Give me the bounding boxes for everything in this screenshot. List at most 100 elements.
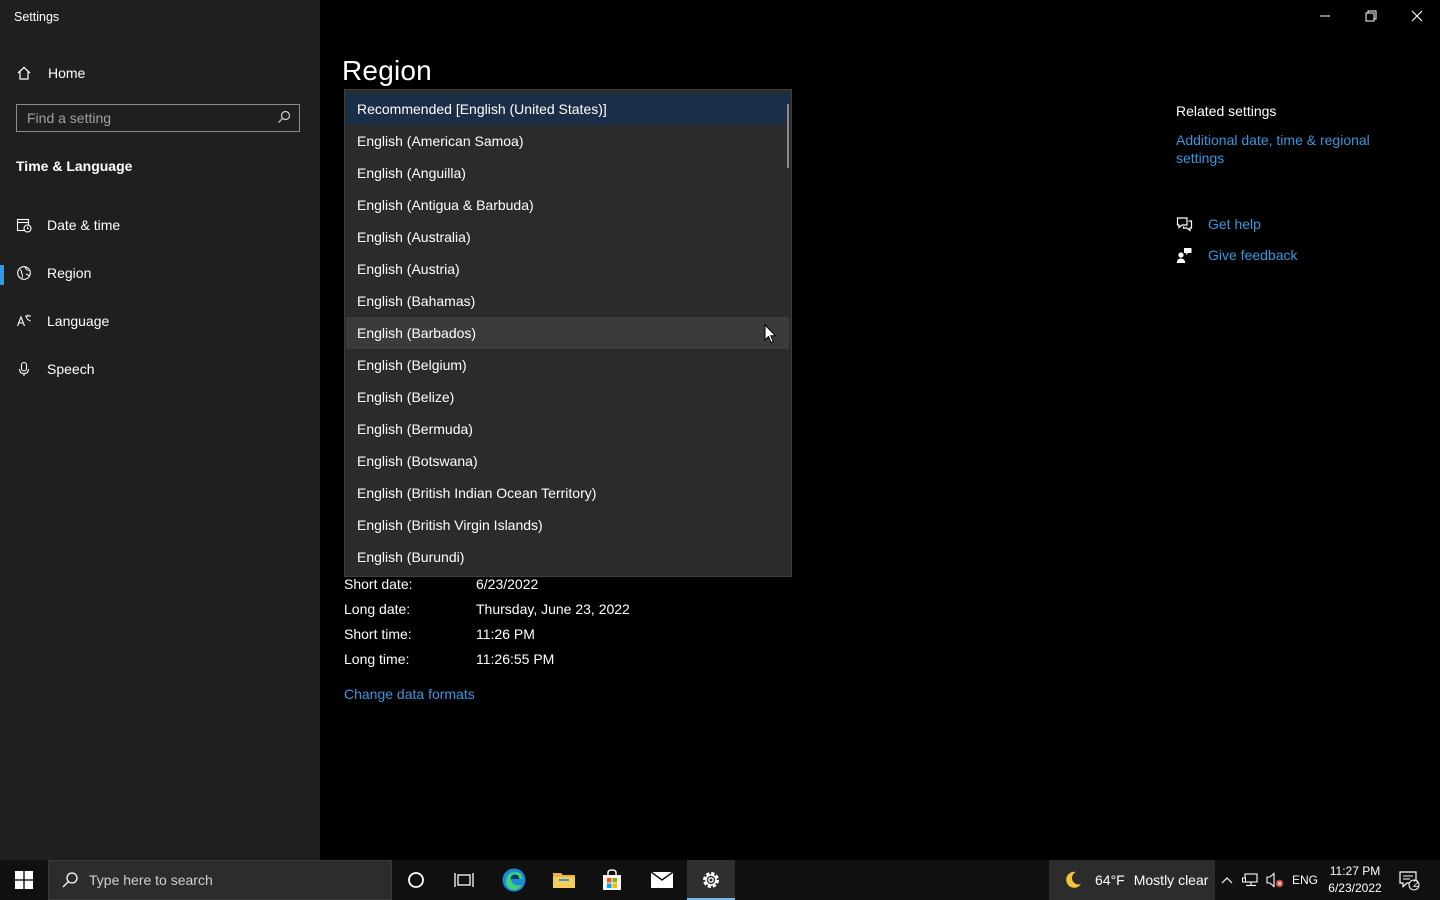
dropdown-option-recommended[interactable]: Recommended [English (United States)] bbox=[346, 93, 789, 125]
sidebar-item-label: Date & time bbox=[47, 217, 121, 233]
dropdown-option[interactable]: English (Botswana) bbox=[346, 445, 789, 477]
short-date-label: Short date: bbox=[344, 576, 413, 592]
short-time-label: Short time: bbox=[344, 626, 412, 642]
sidebar-item-region[interactable]: Region bbox=[0, 253, 320, 293]
folder-icon bbox=[553, 873, 575, 888]
volume-muted-icon bbox=[1266, 872, 1284, 888]
sidebar: Settings Home Find a setting Time & Lang… bbox=[0, 0, 320, 860]
sidebar-item-speech[interactable]: Speech bbox=[0, 349, 320, 389]
calendar-clock-icon bbox=[16, 216, 34, 234]
task-view-icon bbox=[454, 873, 474, 887]
network-button[interactable] bbox=[1240, 860, 1262, 900]
long-date-label: Long date: bbox=[344, 601, 411, 617]
long-time-label: Long time: bbox=[344, 651, 410, 667]
close-icon bbox=[1411, 10, 1423, 22]
dropdown-option[interactable]: English (British Indian Ocean Territory) bbox=[346, 477, 789, 509]
section-title: Time & Language bbox=[16, 158, 133, 174]
taskbar: Type here to search 64°F Mostly clear EN… bbox=[0, 860, 1440, 900]
give-feedback-label: Give feedback bbox=[1208, 247, 1298, 263]
show-hidden-icons-button[interactable] bbox=[1218, 860, 1236, 900]
additional-settings-link[interactable]: Additional date, time & regional setting… bbox=[1176, 131, 1396, 167]
language-icon bbox=[16, 312, 34, 330]
region-dropdown-list[interactable]: Recommended [English (United States)] En… bbox=[344, 89, 792, 577]
related-settings-title: Related settings bbox=[1176, 103, 1277, 119]
mail-button[interactable] bbox=[638, 860, 686, 900]
taskbar-search-placeholder: Type here to search bbox=[89, 872, 213, 888]
dropdown-option[interactable]: English (Anguilla) bbox=[346, 157, 789, 189]
task-view-button[interactable] bbox=[440, 860, 488, 900]
globe-icon bbox=[16, 264, 34, 282]
sidebar-item-date-time[interactable]: Date & time bbox=[0, 205, 320, 245]
home-label: Home bbox=[48, 65, 86, 81]
change-data-formats-link[interactable]: Change data formats bbox=[344, 686, 475, 702]
dropdown-option-hovered[interactable]: English (Barbados) bbox=[346, 317, 789, 349]
mouse-cursor-icon bbox=[764, 323, 778, 347]
dropdown-option[interactable]: English (Austria) bbox=[346, 253, 789, 285]
help-chat-icon bbox=[1176, 215, 1194, 233]
microphone-icon bbox=[16, 360, 34, 378]
dropdown-option[interactable]: English (Burundi) bbox=[346, 541, 789, 573]
search-icon bbox=[61, 871, 79, 889]
search-placeholder: Find a setting bbox=[27, 110, 112, 126]
cortana-button[interactable] bbox=[392, 860, 440, 900]
dropdown-option[interactable]: English (Belize) bbox=[346, 381, 789, 413]
notification-count-badge: 2 bbox=[1413, 879, 1419, 890]
action-center-button[interactable]: 2 bbox=[1392, 860, 1426, 900]
restore-icon bbox=[1365, 10, 1377, 22]
short-date-value: 6/23/2022 bbox=[476, 576, 539, 592]
dropdown-option[interactable]: English (Bermuda) bbox=[346, 413, 789, 445]
long-time-value: 11:26:55 PM bbox=[476, 651, 555, 667]
edge-browser-button[interactable] bbox=[490, 860, 538, 900]
sidebar-item-label: Speech bbox=[47, 361, 95, 377]
dropdown-option[interactable]: English (Belgium) bbox=[346, 349, 789, 381]
network-icon bbox=[1242, 873, 1258, 887]
sidebar-item-label: Language bbox=[47, 313, 110, 329]
mail-icon bbox=[650, 871, 674, 888]
input-language-indicator[interactable]: ENG bbox=[1290, 860, 1320, 900]
dropdown-option[interactable]: English (American Samoa) bbox=[346, 125, 789, 157]
chevron-up-icon bbox=[1221, 877, 1233, 884]
short-time-value: 11:26 PM bbox=[476, 626, 535, 642]
microsoft-store-button[interactable] bbox=[588, 860, 636, 900]
home-icon bbox=[16, 64, 34, 82]
windows-logo-icon bbox=[15, 871, 33, 889]
close-button[interactable] bbox=[1394, 0, 1440, 32]
dropdown-option[interactable]: English (Bahamas) bbox=[346, 285, 789, 317]
home-nav-item[interactable]: Home bbox=[16, 62, 85, 84]
settings-app-button[interactable] bbox=[687, 860, 735, 900]
page-title: Region bbox=[342, 55, 432, 86]
dropdown-option[interactable]: English (Antigua & Barbuda) bbox=[346, 189, 789, 221]
sidebar-item-label: Region bbox=[47, 265, 92, 281]
long-date-value: Thursday, June 23, 2022 bbox=[476, 601, 630, 617]
start-button[interactable] bbox=[0, 860, 48, 900]
minimize-icon bbox=[1320, 15, 1330, 17]
edge-icon bbox=[502, 868, 526, 892]
find-setting-input[interactable]: Find a setting bbox=[16, 104, 300, 132]
gear-icon bbox=[703, 872, 719, 888]
give-feedback-link[interactable]: Give feedback bbox=[1176, 244, 1298, 266]
clock-time: 11:27 PM bbox=[1329, 864, 1381, 878]
taskbar-search-box[interactable]: Type here to search bbox=[48, 860, 392, 900]
app-title: Settings bbox=[14, 10, 60, 24]
dropdown-option[interactable]: English (Australia) bbox=[346, 221, 789, 253]
store-icon bbox=[603, 869, 621, 890]
get-help-link[interactable]: Get help bbox=[1176, 213, 1261, 235]
file-explorer-button[interactable] bbox=[540, 860, 588, 900]
dropdown-scrollbar[interactable] bbox=[787, 104, 789, 168]
taskbar-clock[interactable]: 11:27 PM 6/23/2022 bbox=[1324, 863, 1386, 897]
moon-icon bbox=[1063, 870, 1083, 890]
clock-date: 6/23/2022 bbox=[1328, 881, 1382, 895]
dropdown-option[interactable]: English (British Virgin Islands) bbox=[346, 509, 789, 541]
weather-widget[interactable]: 64°F Mostly clear bbox=[1049, 860, 1215, 900]
search-icon[interactable] bbox=[277, 110, 291, 127]
sidebar-item-language[interactable]: Language bbox=[0, 301, 320, 341]
minimize-button[interactable] bbox=[1302, 0, 1348, 32]
weather-description: Mostly clear bbox=[1133, 872, 1209, 888]
volume-button[interactable] bbox=[1264, 860, 1286, 900]
get-help-label: Get help bbox=[1208, 216, 1261, 232]
weather-temperature: 64°F bbox=[1095, 872, 1125, 888]
cortana-icon bbox=[408, 872, 424, 888]
dropdown-options: Recommended [English (United States)] En… bbox=[346, 93, 789, 573]
restore-button[interactable] bbox=[1348, 0, 1394, 32]
feedback-icon bbox=[1176, 246, 1194, 264]
